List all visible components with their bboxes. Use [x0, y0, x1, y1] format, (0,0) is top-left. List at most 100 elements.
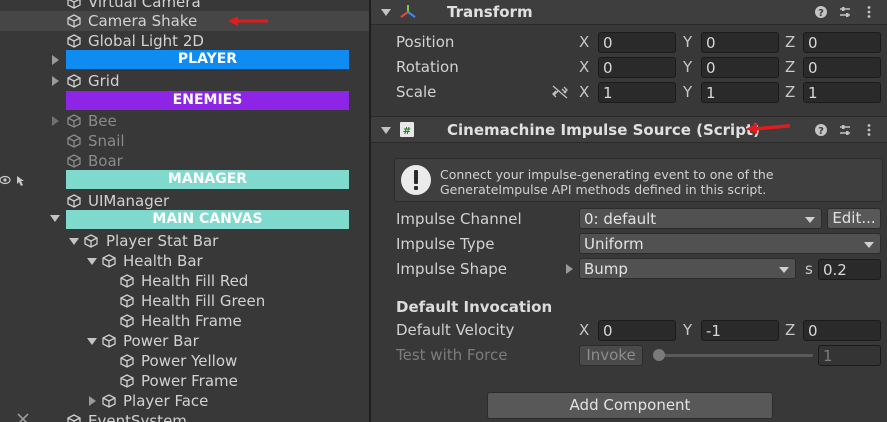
hierarchy-row-camera-shake[interactable]: Camera Shake — [0, 11, 369, 31]
hierarchy-row-health-frame[interactable]: Health Frame — [0, 311, 369, 331]
fold-right-icon[interactable] — [52, 76, 59, 86]
velocity-x-field[interactable]: 0 — [598, 320, 676, 341]
gameobject-icon — [102, 334, 116, 348]
hierarchy-row-health-fill-green[interactable]: Health Fill Green — [0, 291, 369, 311]
hierarchy-row-power-bar[interactable]: Power Bar — [0, 331, 369, 351]
band-label: MAIN CANVAS — [152, 211, 263, 227]
hierarchy-row-boar[interactable]: Boar — [0, 151, 369, 171]
gameobject-icon — [67, 154, 81, 168]
info-text-line: GenerateImpulse API methods defined in t… — [440, 182, 767, 197]
transform-title: Transform — [447, 3, 533, 21]
position-y-field[interactable]: 0 — [701, 32, 779, 53]
hierarchy-row-eventsystem[interactable]: EventSystem — [0, 411, 369, 422]
hierarchy-row-grid[interactable]: Grid — [0, 71, 369, 91]
impulse-shape-dropdown[interactable]: Bump — [579, 258, 796, 279]
hierarchy-row-bee[interactable]: Bee — [0, 111, 369, 131]
velocity-z-field[interactable]: 0 — [803, 320, 881, 341]
hierarchy-band-enemies[interactable]: ENEMIES — [66, 91, 349, 110]
info-helpbox: Connect your impulse-generating event to… — [394, 158, 883, 202]
impulse-duration-field[interactable]: 0.2 — [818, 259, 881, 280]
axis-x-label: X — [579, 83, 590, 101]
position-z-field[interactable]: 0 — [803, 32, 881, 53]
help-icon[interactable]: ? — [814, 123, 828, 137]
force-value-field[interactable]: 1 — [818, 345, 881, 366]
info-text-line: Connect your impulse-generating event to… — [440, 167, 774, 182]
hierarchy-band-main-canvas[interactable]: MAIN CANVAS — [66, 210, 349, 229]
fold-right-icon[interactable] — [89, 396, 96, 406]
gameobject-icon — [67, 114, 81, 128]
force-slider-track[interactable] — [653, 354, 813, 357]
hierarchy-row-snail[interactable]: Snail — [0, 131, 369, 151]
gameobject-icon — [67, 34, 81, 48]
impulse-type-dropdown[interactable]: Uniform — [579, 233, 881, 254]
gameobject-icon — [120, 354, 134, 368]
preset-icon[interactable] — [838, 123, 852, 137]
scale-x-field[interactable]: 1 — [598, 82, 676, 103]
dropdown-value: 0: default — [584, 210, 657, 228]
duration-s-label: s — [805, 260, 813, 278]
inspector-panel: Transform ? Position X 0 Y 0 Z 0 Rotatio… — [371, 0, 887, 422]
hierarchy-label: Health Frame — [141, 312, 242, 330]
impulse-type-label: Impulse Type — [396, 235, 495, 253]
invoke-button[interactable]: Invoke — [579, 345, 643, 366]
hierarchy-row-uimanager[interactable]: UIManager — [0, 191, 369, 211]
impulse-shape-label: Impulse Shape — [396, 260, 508, 278]
hierarchy-row-health-bar[interactable]: Health Bar — [0, 251, 369, 271]
scale-y-field[interactable]: 1 — [701, 82, 779, 103]
kebab-menu-icon[interactable] — [862, 123, 876, 137]
fold-right-icon[interactable] — [566, 264, 573, 274]
transform-icon — [400, 5, 416, 18]
hierarchy-label: Grid — [88, 72, 120, 90]
scale-z-field[interactable]: 1 — [803, 82, 881, 103]
gameobject-icon — [120, 294, 134, 308]
rotation-y-field[interactable]: 0 — [701, 57, 779, 78]
edit-channels-button[interactable]: Edit... — [827, 208, 881, 229]
position-x-field[interactable]: 0 — [598, 32, 676, 53]
hierarchy-band-player[interactable]: PLAYER — [66, 50, 349, 69]
fold-down-icon[interactable] — [381, 9, 391, 16]
svg-text:?: ? — [818, 126, 824, 137]
fold-down-icon[interactable] — [381, 127, 391, 134]
visibility-and-picking-icons[interactable] — [0, 172, 30, 188]
hierarchy-row-player-face[interactable]: Player Face — [0, 391, 369, 411]
band-label: ENEMIES — [172, 92, 243, 108]
hierarchy-row-global-light[interactable]: Global Light 2D — [0, 31, 369, 51]
force-slider-thumb[interactable] — [653, 349, 665, 361]
hierarchy-label: Player Face — [123, 392, 209, 410]
rotation-z-field[interactable]: 0 — [803, 57, 881, 78]
rotation-x-field[interactable]: 0 — [598, 57, 676, 78]
band-label: PLAYER — [177, 51, 238, 67]
gameobject-icon — [67, 194, 81, 208]
hierarchy-label: EventSystem — [88, 412, 187, 422]
fold-down-icon[interactable] — [87, 258, 97, 265]
hierarchy-row-power-yellow[interactable]: Power Yellow — [0, 351, 369, 371]
hierarchy-band-manager[interactable]: MANAGER — [66, 170, 349, 189]
fold-right-icon[interactable] — [52, 55, 59, 65]
gameobject-icon — [84, 234, 98, 248]
transform-header[interactable]: Transform ? — [371, 0, 887, 25]
kebab-menu-icon[interactable] — [862, 5, 876, 19]
preset-icon[interactable] — [838, 5, 852, 19]
chevron-down-icon — [779, 267, 789, 273]
info-text: Connect your impulse-generating event to… — [440, 167, 774, 197]
gameobject-icon — [67, 14, 81, 28]
velocity-y-field[interactable]: -1 — [701, 320, 779, 341]
picking-disabled-icon[interactable] — [16, 413, 30, 422]
hierarchy-row-power-frame[interactable]: Power Frame — [0, 371, 369, 391]
hierarchy-row-health-fill-red[interactable]: Health Fill Red — [0, 271, 369, 291]
hierarchy-row-player-stat-bar[interactable]: Player Stat Bar — [0, 231, 369, 251]
fold-down-icon[interactable] — [50, 215, 60, 222]
scale-label: Scale — [396, 83, 437, 101]
fold-right-icon[interactable] — [52, 116, 59, 126]
hierarchy-label: Health Bar — [123, 252, 203, 270]
hierarchy-label: Global Light 2D — [88, 32, 204, 50]
fold-down-icon[interactable] — [69, 238, 79, 245]
fold-down-icon[interactable] — [87, 338, 97, 345]
constrain-proportions-icon[interactable] — [552, 85, 568, 99]
add-component-button[interactable]: Add Component — [487, 392, 773, 419]
impulse-source-header[interactable]: # Cinemachine Impulse Source (Script) ? — [371, 116, 887, 143]
impulse-channel-dropdown[interactable]: 0: default — [579, 208, 822, 229]
impulse-source-title: Cinemachine Impulse Source (Script) — [447, 121, 760, 139]
help-icon[interactable]: ? — [814, 5, 828, 19]
gameobject-icon — [102, 394, 116, 408]
